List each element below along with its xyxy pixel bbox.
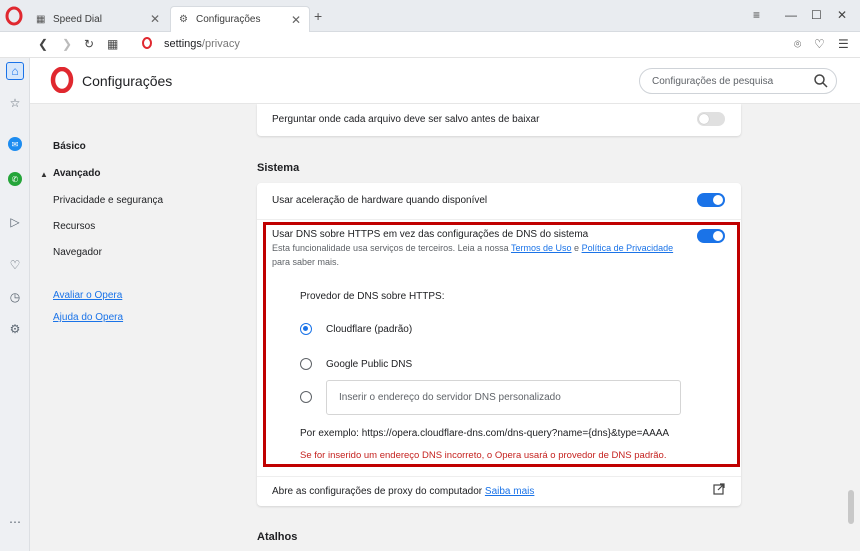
heart-icon[interactable]: ♡: [814, 37, 825, 51]
opera-page-icon: [141, 36, 153, 53]
dns-desc-prefix: Esta funcionalidade usa serviços de terc…: [272, 243, 509, 253]
opera-menu-icon[interactable]: [4, 6, 24, 26]
home-icon[interactable]: ⌂: [6, 62, 24, 80]
tab-label: Configurações: [196, 14, 261, 25]
dns-https-label: Usar DNS sobre HTTPS em vez das configur…: [272, 229, 589, 240]
dns-https-toggle[interactable]: [697, 229, 725, 243]
external-link-icon[interactable]: [713, 483, 725, 498]
nav-privacy[interactable]: Privacidade e segurança: [53, 195, 163, 206]
search-icon[interactable]: [813, 73, 829, 89]
collapse-arrow-icon[interactable]: ▲: [40, 170, 48, 179]
reload-icon[interactable]: ↻: [84, 37, 94, 51]
nav-features[interactable]: Recursos: [53, 221, 95, 232]
page-title: Configurações: [82, 73, 173, 89]
tab-settings[interactable]: ⚙ Configurações ✕: [170, 6, 310, 32]
dns-desc-and: e: [574, 243, 580, 253]
proxy-settings-row[interactable]: Abre as configurações de proxy do comput…: [272, 486, 534, 497]
ask-download-label: Perguntar onde cada arquivo deve ser sal…: [272, 114, 540, 125]
google-dns-label[interactable]: Google Public DNS: [326, 359, 412, 370]
radio-google-dns[interactable]: [300, 358, 312, 370]
tab-menu-icon[interactable]: ≡: [753, 8, 760, 22]
tab-bar: ▦ Speed Dial ✕ ⚙ Configurações ✕ + ≡ — ☐…: [0, 0, 860, 32]
radio-custom-dns[interactable]: [300, 391, 312, 403]
dns-description: Esta funcionalidade usa serviços de terc…: [272, 241, 692, 269]
more-icon[interactable]: ⋯: [6, 513, 24, 531]
dns-desc-suffix: para saber mais.: [272, 257, 340, 267]
forward-icon[interactable]: ❯: [62, 37, 72, 51]
dns-warning-text: Se for inserido um endereço DNS incorret…: [300, 450, 667, 461]
dns-example-text: Por exemplo: https://opera.cloudflare-dn…: [300, 428, 670, 439]
divider: [257, 476, 741, 477]
tab-label: Speed Dial: [53, 13, 102, 25]
settings-main: Perguntar onde cada arquivo deve ser sal…: [198, 104, 860, 551]
hw-accel-label: Usar aceleração de hardware quando dispo…: [272, 195, 488, 206]
rate-opera-link[interactable]: Avaliar o Opera: [53, 290, 122, 301]
custom-dns-input[interactable]: Inserir o endereço do servidor DNS perso…: [326, 380, 681, 415]
terms-of-use-link[interactable]: Termos de Uso: [511, 243, 572, 253]
nav-browser[interactable]: Navegador: [53, 247, 102, 258]
url-field[interactable]: settings/privacy: [164, 38, 240, 50]
whatsapp-icon[interactable]: ✆: [8, 172, 22, 186]
radio-cloudflare[interactable]: [300, 323, 312, 335]
star-icon[interactable]: ☆: [6, 94, 24, 112]
custom-dns-placeholder: Inserir o endereço do servidor DNS perso…: [339, 392, 561, 403]
minimize-button[interactable]: —: [785, 8, 797, 22]
easy-setup-icon[interactable]: ☰: [838, 37, 849, 51]
nav-advanced[interactable]: Avançado: [53, 168, 100, 179]
close-icon[interactable]: ✕: [150, 12, 160, 26]
nav-basic[interactable]: Básico: [53, 141, 86, 152]
settings-header: Configurações Configurações de pesquisa: [30, 58, 860, 104]
system-card: Usar aceleração de hardware quando dispo…: [257, 183, 741, 506]
search-placeholder: Configurações de pesquisa: [652, 76, 774, 87]
url-host: settings: [164, 38, 202, 50]
history-icon[interactable]: ◷: [6, 288, 24, 306]
heart-icon[interactable]: ♡: [6, 256, 24, 274]
download-card: Perguntar onde cada arquivo deve ser sal…: [257, 104, 741, 136]
gear-icon: ⚙: [179, 14, 188, 25]
back-icon[interactable]: ❮: [38, 37, 48, 51]
tabs-overview-icon[interactable]: ▦: [107, 37, 118, 51]
section-title-shortcuts: Atalhos: [257, 531, 298, 543]
new-tab-button[interactable]: +: [314, 8, 322, 24]
help-opera-link[interactable]: Ajuda do Opera: [53, 312, 123, 323]
gear-icon[interactable]: ⚙: [6, 320, 24, 338]
privacy-policy-link[interactable]: Política de Privacidade: [582, 243, 674, 253]
tab-speed-dial[interactable]: ▦ Speed Dial ✕: [28, 6, 168, 32]
messenger-icon[interactable]: ✉: [8, 137, 22, 151]
address-bar: ❮ ❯ ↻ ▦ settings/privacy ⌾ ♡ ☰: [0, 32, 860, 58]
url-path: /privacy: [201, 38, 240, 50]
grid-icon: ▦: [36, 13, 46, 25]
settings-nav: Básico ▲ Avançado Privacidade e seguranç…: [30, 104, 198, 551]
camera-icon[interactable]: ⌾: [794, 37, 801, 52]
hw-accel-toggle[interactable]: [697, 193, 725, 207]
ask-download-toggle[interactable]: [697, 112, 725, 126]
close-window-button[interactable]: ✕: [837, 8, 847, 22]
divider: [257, 219, 741, 220]
close-icon[interactable]: ✕: [291, 13, 301, 27]
dns-provider-label: Provedor de DNS sobre HTTPS:: [300, 291, 445, 302]
proxy-settings-label: Abre as configurações de proxy do comput…: [272, 486, 483, 497]
section-title-system: Sistema: [257, 162, 300, 174]
settings-search[interactable]: Configurações de pesquisa: [639, 68, 837, 94]
opera-logo-icon: [50, 66, 74, 94]
scrollbar[interactable]: [848, 490, 854, 524]
cloudflare-label[interactable]: Cloudflare (padrão): [326, 324, 412, 335]
sidebar: ⌂ ☆ ✉ ✆ ▷ ♡ ◷ ⚙ ⋯: [0, 58, 30, 551]
send-icon[interactable]: ▷: [6, 213, 24, 231]
maximize-button[interactable]: ☐: [811, 8, 822, 22]
learn-more-link[interactable]: Saiba mais: [485, 486, 534, 497]
